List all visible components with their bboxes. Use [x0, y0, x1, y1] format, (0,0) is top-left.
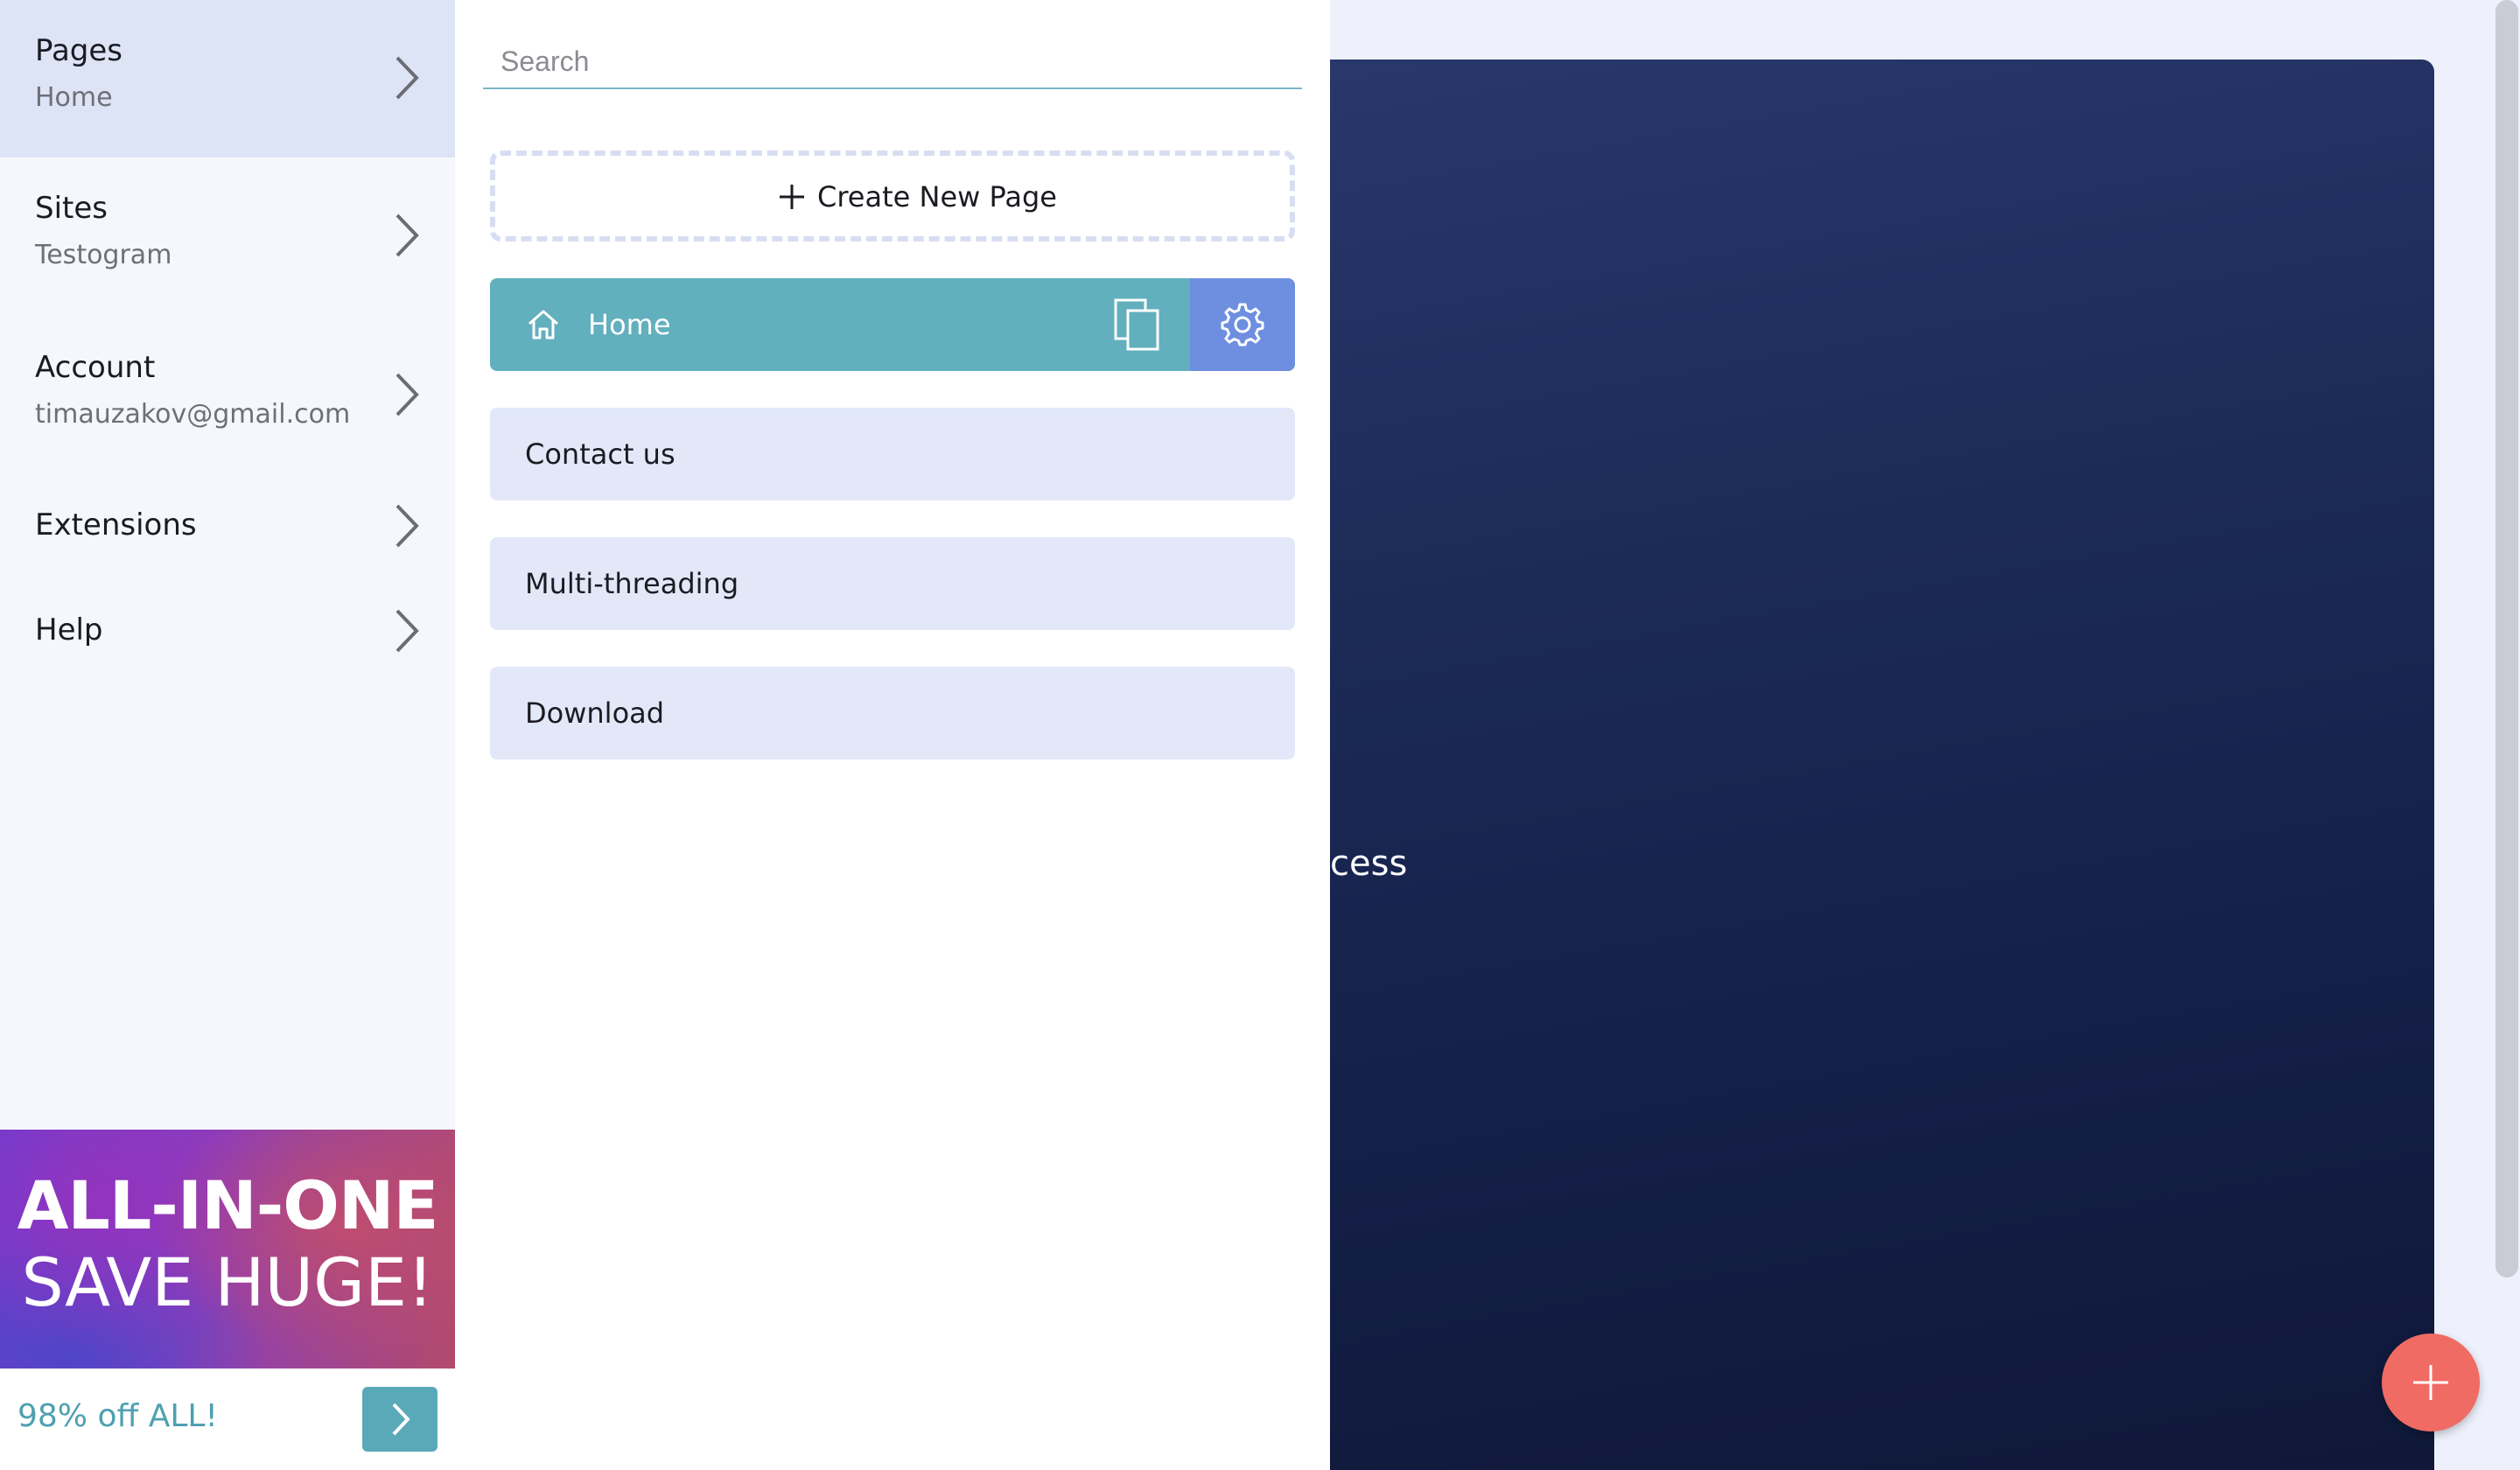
chevron-right-icon — [396, 56, 419, 100]
scrollbar-thumb[interactable] — [2496, 0, 2518, 1278]
page-item-label: Home — [588, 308, 671, 341]
nav-item-title: Pages — [35, 33, 123, 68]
nav-item-title: Help — [35, 612, 103, 648]
nav-item-pages[interactable]: Pages Home — [0, 0, 455, 158]
nav-item-title: Account — [35, 350, 156, 385]
promo-headline: ALL-IN-ONE — [17, 1166, 439, 1244]
page-item-download[interactable]: Download — [490, 667, 1295, 760]
page-item-multi-threading[interactable]: Multi-threading — [490, 537, 1295, 630]
chevron-right-icon — [396, 504, 419, 548]
plus-icon — [2413, 1365, 2448, 1400]
search-input[interactable] — [483, 35, 1302, 89]
plus-icon — [780, 185, 804, 209]
page-item-contact-us[interactable]: Contact us — [490, 408, 1295, 500]
create-new-page-label: Create New Page — [817, 180, 1057, 214]
create-new-page-button[interactable]: Create New Page — [490, 150, 1295, 242]
nav-item-sites[interactable]: Sites Testogram — [0, 158, 455, 315]
chevron-right-icon — [396, 214, 419, 257]
gear-icon — [1221, 303, 1264, 346]
home-icon — [528, 310, 558, 340]
page-item-home[interactable]: Home — [490, 278, 1295, 371]
nav-item-subtitle: timauzakov@gmail.com — [35, 399, 351, 430]
nav-item-help[interactable]: Help — [0, 578, 455, 682]
page-item-label: Multi-threading — [525, 567, 739, 600]
nav-item-extensions[interactable]: Extensions — [0, 472, 455, 578]
nav-item-subtitle: Testogram — [35, 240, 172, 270]
page-settings-button[interactable] — [1190, 278, 1295, 371]
page-item-label: Download — [525, 696, 665, 730]
add-element-button[interactable] — [2382, 1334, 2480, 1432]
site-preview-canvas[interactable]: cess — [1330, 60, 2434, 1470]
preview-partial-text: cess — [1330, 844, 1408, 884]
chevron-right-icon — [396, 373, 419, 416]
chevron-right-icon — [396, 609, 419, 653]
chevron-right-icon — [392, 1403, 410, 1436]
nav-item-title: Extensions — [35, 508, 197, 542]
promo-go-button[interactable] — [362, 1387, 438, 1452]
promo-subheadline: SAVE HUGE! — [21, 1243, 434, 1321]
nav-item-account[interactable]: Account timauzakov@gmail.com — [0, 315, 455, 472]
promo-banner[interactable]: ALL-IN-ONE SAVE HUGE! — [0, 1130, 455, 1368]
pages-panel: Create New Page Home Contact us Multi-th… — [455, 0, 1330, 1470]
nav-item-title: Sites — [35, 191, 108, 226]
page-item-label: Contact us — [525, 438, 676, 471]
nav-item-subtitle: Home — [35, 82, 113, 113]
promo-footer: 98% off ALL! — [0, 1368, 455, 1470]
left-nav: Pages Home Sites Testogram Account timau… — [0, 0, 455, 1470]
promo-offer-text: 98% off ALL! — [18, 1398, 218, 1434]
duplicate-icon[interactable] — [1113, 298, 1162, 352]
